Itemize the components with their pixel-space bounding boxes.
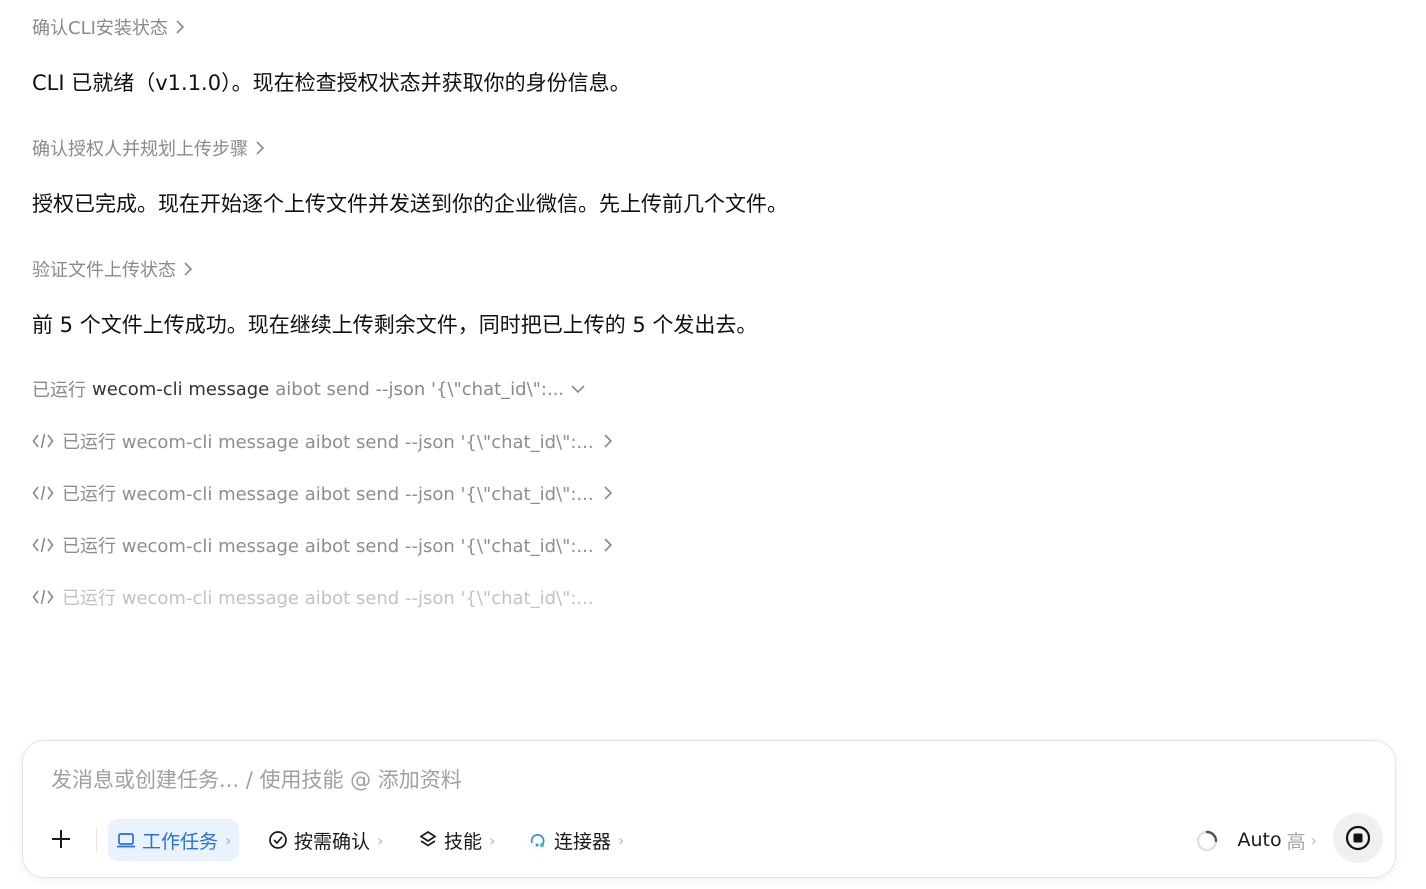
chevron-down-icon: [571, 385, 585, 394]
chevron-right-icon: [604, 434, 612, 448]
step-header-authorization[interactable]: 确认授权人并规划上传步骤: [32, 135, 266, 161]
run-item-text: 已运行 wecom-cli message aibot send --json …: [62, 588, 594, 609]
step-title: 确认授权人并规划上传步骤: [32, 139, 248, 160]
run-item[interactable]: 已运行 wecom-cli message aibot send --json …: [32, 584, 594, 610]
layers-icon: [419, 830, 437, 847]
composer-right-tools: Auto 高 ›: [1083, 813, 1383, 863]
skills-button[interactable]: 技能 ›: [410, 819, 503, 861]
run-prefix: 已运行: [32, 380, 86, 401]
run-command: wecom-cli message: [92, 378, 270, 400]
composer-toolbar: 工作任务 › 按需确认 › 技能 › 连接器 › Auto 高 ›: [23, 813, 1395, 863]
work-task-button[interactable]: 工作任务 ›: [108, 819, 240, 861]
step-header-cli-status[interactable]: 确认CLI安装状态: [32, 14, 186, 40]
connectors-label: 连接器: [554, 830, 612, 853]
divider: [96, 828, 97, 852]
code-icon: [32, 433, 54, 449]
chevron-right-icon: ›: [377, 830, 384, 850]
run-item-text: 已运行 wecom-cli message aibot send --json …: [62, 536, 594, 557]
confirm-mode-button[interactable]: 按需确认 ›: [260, 819, 391, 861]
step-title: 确认CLI安装状态: [32, 18, 168, 39]
confirm-mode-label: 按需确认: [294, 830, 371, 853]
assistant-message: CLI 已就绪（v1.1.0）。现在检查授权状态并获取你的身份信息。: [32, 71, 631, 95]
chevron-right-icon: ›: [225, 830, 232, 850]
chevron-right-icon: ›: [618, 830, 625, 850]
stop-button[interactable]: [1333, 813, 1383, 863]
chevron-right-icon: [604, 486, 612, 500]
assistant-message: 前 5 个文件上传成功。现在继续上传剩余文件，同时把已上传的 5 个发出去。: [32, 313, 758, 337]
laptop-icon: [117, 833, 135, 848]
run-item-text: 已运行 wecom-cli message aibot send --json …: [62, 484, 594, 505]
composer: 工作任务 › 按需确认 › 技能 › 连接器 › Auto 高: [22, 740, 1396, 878]
code-icon: [32, 589, 54, 605]
model-level: 高: [1286, 830, 1306, 853]
skills-label: 技能: [444, 830, 483, 853]
message-input[interactable]: [49, 763, 1253, 797]
run-item-text: 已运行 wecom-cli message aibot send --json …: [62, 432, 594, 453]
check-circle-icon: [269, 831, 287, 849]
chevron-right-icon: [256, 141, 265, 155]
run-item[interactable]: 已运行 wecom-cli message aibot send --json …: [32, 428, 614, 454]
chevron-right-icon: ›: [489, 830, 496, 850]
connector-icon: [530, 834, 545, 847]
work-task-label: 工作任务: [142, 830, 219, 853]
model-selector[interactable]: Auto 高 ›: [1237, 819, 1317, 861]
connectors-button[interactable]: 连接器 ›: [520, 819, 632, 861]
model-name: Auto: [1237, 829, 1282, 851]
step-title: 验证文件上传状态: [32, 260, 176, 281]
run-item[interactable]: 已运行 wecom-cli message aibot send --json …: [32, 480, 614, 506]
add-attachment-button[interactable]: [45, 821, 77, 857]
code-icon: [32, 537, 54, 553]
stop-icon: [1345, 825, 1371, 851]
run-args: aibot send --json '{\"chat_id\":...: [275, 378, 565, 400]
code-icon: [32, 485, 54, 501]
run-group-toggle[interactable]: 已运行 wecom-cli message aibot send --json …: [32, 376, 586, 402]
chevron-right-icon: [176, 20, 185, 34]
chevron-right-icon: ›: [1310, 830, 1317, 850]
run-item[interactable]: 已运行 wecom-cli message aibot send --json …: [32, 532, 614, 558]
assistant-message: 授权已完成。现在开始逐个上传文件并发送到你的企业微信。先上传前几个文件。: [32, 192, 788, 216]
chevron-right-icon: [184, 262, 193, 276]
plus-icon: [52, 830, 70, 848]
step-header-upload-status[interactable]: 验证文件上传状态: [32, 256, 194, 282]
spinner-icon: [1196, 830, 1218, 852]
chevron-right-icon: [604, 538, 612, 552]
